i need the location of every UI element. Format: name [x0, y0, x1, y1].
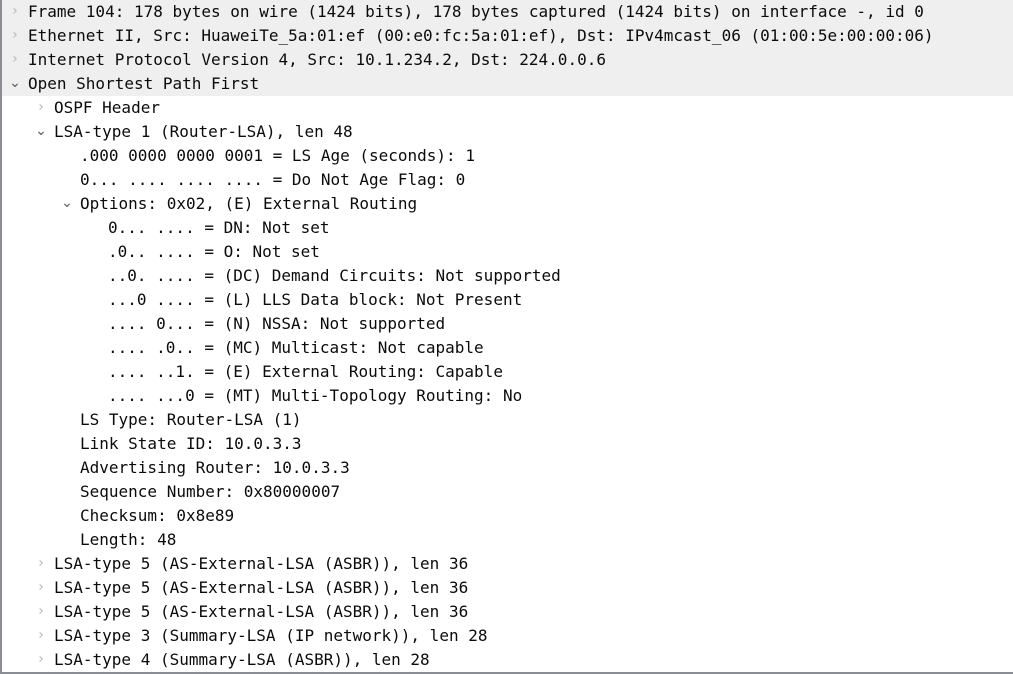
tree-row-option-o[interactable]: .0.. .... = O: Not set [2, 240, 1013, 264]
chevron-right-icon[interactable]: › [34, 624, 48, 648]
tree-row-label-option-mc: .... .0.. = (MC) Multicast: Not capable [108, 338, 484, 357]
chevron-down-icon[interactable]: ⌄ [34, 120, 48, 144]
tree-row-option-n[interactable]: .... 0... = (N) NSSA: Not supported [2, 312, 1013, 336]
tree-row-option-mt[interactable]: .... ...0 = (MT) Multi-Topology Routing:… [2, 384, 1013, 408]
tree-row-ls-age[interactable]: .000 0000 0000 0001 = LS Age (seconds): … [2, 144, 1013, 168]
chevron-down-icon[interactable]: ⌄ [60, 192, 74, 216]
tree-row-label-ipv4: Internet Protocol Version 4, Src: 10.1.2… [28, 50, 606, 69]
tree-row-lsa-type-1[interactable]: ⌄ LSA-type 1 (Router-LSA), len 48 [2, 120, 1013, 144]
tree-row-label-do-not-age-flag: 0... .... .... .... = Do Not Age Flag: 0 [80, 170, 466, 189]
tree-row-label-advertising-router: Advertising Router: 10.0.3.3 [80, 458, 350, 477]
tree-row-ospf-header[interactable]: › OSPF Header [2, 96, 1013, 120]
tree-row-label-ospf-header: OSPF Header [54, 98, 160, 117]
tree-row-label-lsa-type-3: LSA-type 3 (Summary-LSA (IP network)), l… [54, 626, 488, 645]
tree-row-label-frame: Frame 104: 178 bytes on wire (1424 bits)… [28, 2, 924, 21]
tree-row-link-state-id[interactable]: Link State ID: 10.0.3.3 [2, 432, 1013, 456]
tree-row-ethernet-ii[interactable]: › Ethernet II, Src: HuaweiTe_5a:01:ef (00… [2, 24, 1013, 48]
chevron-right-icon[interactable]: › [34, 576, 48, 600]
chevron-right-icon[interactable]: › [8, 0, 22, 24]
tree-row-lsa-type-4[interactable]: › LSA-type 4 (Summary-LSA (ASBR)), len 28 [2, 648, 1013, 672]
tree-row-length[interactable]: Length: 48 [2, 528, 1013, 552]
tree-row-label-ls-type: LS Type: Router-LSA (1) [80, 410, 302, 429]
tree-row-label-link-state-id: Link State ID: 10.0.3.3 [80, 434, 302, 453]
tree-row-lsa-type-5-a[interactable]: › LSA-type 5 (AS-External-LSA (ASBR)), le… [2, 552, 1013, 576]
tree-row-option-l[interactable]: ...0 .... = (L) LLS Data block: Not Pres… [2, 288, 1013, 312]
tree-row-label-lsa-type-5-c: LSA-type 5 (AS-External-LSA (ASBR)), len… [54, 602, 469, 621]
chevron-right-icon[interactable]: › [8, 48, 22, 72]
tree-row-option-dc[interactable]: ..0. .... = (DC) Demand Circuits: Not su… [2, 264, 1013, 288]
tree-row-option-mc[interactable]: .... .0.. = (MC) Multicast: Not capable [2, 336, 1013, 360]
tree-row-label-length: Length: 48 [80, 530, 177, 549]
tree-row-label-ospf: Open Shortest Path First [28, 74, 260, 93]
tree-row-lsa-type-3[interactable]: › LSA-type 3 (Summary-LSA (IP network)), … [2, 624, 1013, 648]
chevron-right-icon[interactable]: › [34, 600, 48, 624]
tree-row-label-option-mt: .... ...0 = (MT) Multi-Topology Routing:… [108, 386, 523, 405]
tree-row-label-ethernet-ii: Ethernet II, Src: HuaweiTe_5a:01:ef (00:… [28, 26, 934, 45]
tree-row-ospf[interactable]: ⌄ Open Shortest Path First [2, 72, 1013, 96]
tree-row-checksum[interactable]: Checksum: 0x8e89 [2, 504, 1013, 528]
tree-row-label-option-dc: ..0. .... = (DC) Demand Circuits: Not su… [108, 266, 561, 285]
chevron-right-icon[interactable]: › [34, 552, 48, 576]
tree-row-frame[interactable]: › Frame 104: 178 bytes on wire (1424 bits… [2, 0, 1013, 24]
chevron-right-icon[interactable]: › [34, 96, 48, 120]
tree-row-options[interactable]: ⌄ Options: 0x02, (E) External Routing [2, 192, 1013, 216]
packet-details-pane[interactable]: › Frame 104: 178 bytes on wire (1424 bits… [0, 0, 1013, 674]
tree-row-label-lsa-type-1: LSA-type 1 (Router-LSA), len 48 [54, 122, 353, 141]
tree-row-label-checksum: Checksum: 0x8e89 [80, 506, 235, 525]
chevron-right-icon[interactable]: › [34, 648, 48, 672]
tree-row-ls-type[interactable]: LS Type: Router-LSA (1) [2, 408, 1013, 432]
tree-row-lsa-type-5-c[interactable]: › LSA-type 5 (AS-External-LSA (ASBR)), le… [2, 600, 1013, 624]
tree-row-lsa-type-5-b[interactable]: › LSA-type 5 (AS-External-LSA (ASBR)), le… [2, 576, 1013, 600]
tree-row-label-option-dn: 0... .... = DN: Not set [108, 218, 330, 237]
tree-row-option-e[interactable]: .... ..1. = (E) External Routing: Capabl… [2, 360, 1013, 384]
tree-row-label-option-l: ...0 .... = (L) LLS Data block: Not Pres… [108, 290, 523, 309]
tree-row-label-ls-age: .000 0000 0000 0001 = LS Age (seconds): … [80, 146, 475, 165]
tree-row-label-lsa-type-5-a: LSA-type 5 (AS-External-LSA (ASBR)), len… [54, 554, 469, 573]
tree-row-label-option-o: .0.. .... = O: Not set [108, 242, 320, 261]
tree-row-label-lsa-type-5-b: LSA-type 5 (AS-External-LSA (ASBR)), len… [54, 578, 469, 597]
tree-row-ipv4[interactable]: › Internet Protocol Version 4, Src: 10.1.… [2, 48, 1013, 72]
tree-row-label-lsa-type-4: LSA-type 4 (Summary-LSA (ASBR)), len 28 [54, 650, 430, 669]
tree-row-do-not-age-flag[interactable]: 0... .... .... .... = Do Not Age Flag: 0 [2, 168, 1013, 192]
chevron-right-icon[interactable]: › [8, 24, 22, 48]
tree-row-label-option-n: .... 0... = (N) NSSA: Not supported [108, 314, 446, 333]
tree-row-label-options: Options: 0x02, (E) External Routing [80, 194, 418, 213]
tree-row-option-dn[interactable]: 0... .... = DN: Not set [2, 216, 1013, 240]
chevron-down-icon[interactable]: ⌄ [8, 72, 22, 96]
tree-row-sequence-number[interactable]: Sequence Number: 0x80000007 [2, 480, 1013, 504]
packet-detail-tree[interactable]: › Frame 104: 178 bytes on wire (1424 bits… [2, 0, 1013, 672]
tree-row-advertising-router[interactable]: Advertising Router: 10.0.3.3 [2, 456, 1013, 480]
tree-row-label-option-e: .... ..1. = (E) External Routing: Capabl… [108, 362, 503, 381]
tree-row-label-sequence-number: Sequence Number: 0x80000007 [80, 482, 341, 501]
